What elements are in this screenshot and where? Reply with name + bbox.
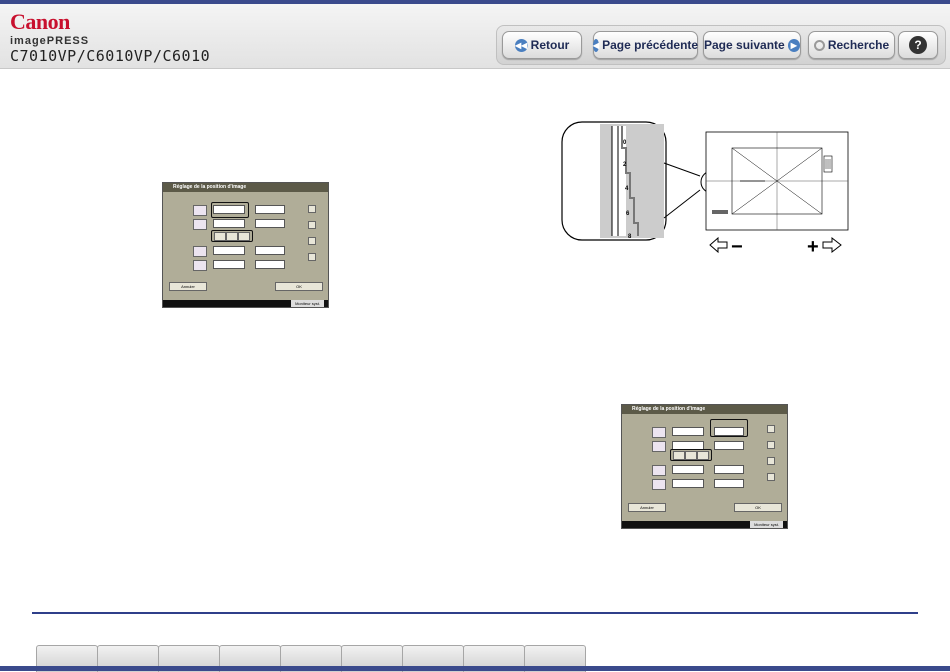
status-bar: Moniteur syst.	[622, 521, 787, 528]
screen-title: Réglage de la position d'image	[622, 405, 787, 414]
paper-icon	[193, 205, 207, 216]
paper-icon	[193, 246, 207, 257]
image-position-diagram: 0 2 4 6 8 − +	[561, 121, 849, 258]
plus-key	[697, 451, 709, 460]
value-field	[714, 465, 744, 474]
side-key	[767, 473, 775, 481]
rewind-icon: ◀◀	[514, 38, 528, 52]
side-key	[308, 253, 316, 261]
side-key	[308, 221, 316, 229]
paper-icon	[652, 465, 666, 476]
highlight-box	[710, 419, 748, 437]
paper-icon	[193, 219, 207, 230]
arrow-left-icon: ◀	[592, 38, 600, 52]
help-button[interactable]: ?	[898, 31, 938, 59]
system-monitor-key: Moniteur syst.	[750, 521, 783, 528]
plus-key	[238, 232, 250, 241]
blank-key	[685, 451, 697, 460]
zoom-shade	[600, 124, 664, 238]
value-field	[672, 479, 704, 488]
next-page-button[interactable]: Page suivante ▶	[703, 31, 801, 59]
footer-divider	[32, 612, 918, 614]
paper-icon	[652, 441, 666, 452]
system-monitor-key: Moniteur syst.	[291, 300, 324, 307]
paper-icon	[652, 479, 666, 490]
value-field	[213, 260, 245, 269]
minus-key	[214, 232, 226, 241]
value-field	[213, 219, 245, 228]
value-field	[255, 219, 285, 228]
blank-key	[226, 232, 238, 241]
value-field	[255, 205, 285, 214]
paper-icon	[652, 427, 666, 438]
arrow-left-icon	[709, 236, 728, 254]
ok-key: OK	[275, 282, 323, 291]
plus-label: +	[807, 236, 819, 258]
help-icon: ?	[909, 36, 927, 54]
side-key	[308, 205, 316, 213]
search-button[interactable]: Recherche	[808, 31, 895, 59]
side-key	[767, 425, 775, 433]
value-field	[255, 246, 285, 255]
value-field	[672, 427, 704, 436]
product-line: imagePRESS	[10, 35, 90, 47]
search-icon	[813, 39, 825, 51]
side-key	[308, 237, 316, 245]
cancel-key: Annuler	[169, 282, 207, 291]
label-mark	[712, 210, 728, 214]
side-key	[767, 457, 775, 465]
minus-label: −	[731, 236, 743, 258]
ok-key: OK	[734, 503, 782, 512]
value-field	[714, 441, 744, 450]
paper-icon	[193, 260, 207, 271]
arrow-right-icon	[822, 236, 842, 254]
value-field	[714, 479, 744, 488]
minus-key	[673, 451, 685, 460]
screen-title: Réglage de la position d'image	[163, 183, 328, 192]
value-field	[213, 246, 245, 255]
next-page-label: Page suivante	[704, 38, 785, 52]
value-field	[255, 260, 285, 269]
highlight-box	[211, 202, 249, 218]
value-field	[672, 465, 704, 474]
canon-logo: Canon	[10, 9, 70, 34]
bottom-accent-bar	[0, 666, 950, 671]
cancel-key: Annuler	[628, 503, 666, 512]
back-label: Retour	[530, 38, 570, 52]
back-button[interactable]: ◀◀ Retour	[502, 31, 582, 59]
model-name: C7010VP/C6010VP/C6010	[10, 47, 211, 65]
screen-thumbnail-2: Réglage de la position d'image Annuler O…	[621, 404, 788, 529]
status-bar: Moniteur syst.	[163, 300, 328, 307]
search-label: Recherche	[827, 38, 890, 52]
arrow-right-icon: ▶	[787, 38, 800, 52]
side-key	[767, 441, 775, 449]
previous-page-button[interactable]: ◀ Page précédente	[592, 31, 699, 59]
screen-thumbnail-1: Réglage de la position d'image Annuler O…	[162, 182, 329, 308]
previous-page-label: Page précédente	[602, 38, 699, 52]
